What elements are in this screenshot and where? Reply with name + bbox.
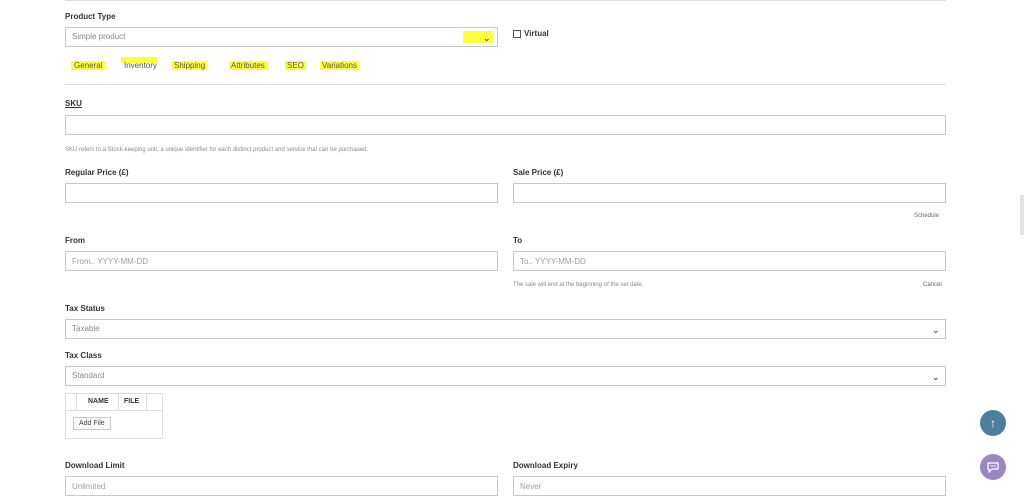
to-label: To — [513, 236, 523, 245]
tax-class-label: Tax Class — [65, 351, 102, 360]
tax-class-value: Standard — [72, 371, 105, 380]
sku-label: SKU — [65, 99, 82, 108]
page-scrollbar-thumb[interactable] — [1020, 195, 1024, 235]
tab-label: Inventory — [124, 61, 157, 70]
chat-bubble-icon — [987, 461, 999, 473]
virtual-label: Virtual — [524, 29, 549, 38]
column-divider — [76, 394, 77, 410]
arrow-up-icon: ↑ — [990, 416, 996, 430]
product-type-label: Product Type — [65, 12, 116, 21]
chevron-down-icon: ⌄ — [932, 325, 940, 335]
top-divider — [65, 0, 946, 1]
cancel-schedule-link[interactable]: Cancel — [923, 282, 942, 288]
tab-label: Variations — [320, 61, 359, 70]
tab-label: Attributes — [229, 61, 267, 70]
tab-variations[interactable]: Variations — [320, 61, 359, 70]
tab-attributes[interactable]: Attributes — [229, 61, 267, 70]
sale-end-note: The sale will end at the beginning of th… — [513, 282, 644, 288]
tax-class-select[interactable]: Standard ⌄ — [65, 366, 946, 386]
product-type-value: Simple product — [72, 32, 126, 41]
tabs-divider — [65, 84, 946, 85]
from-date-input[interactable] — [65, 251, 498, 271]
virtual-option[interactable]: Virtual — [513, 29, 549, 38]
tab-general[interactable]: General — [71, 61, 106, 70]
from-label: From — [65, 236, 85, 245]
files-file-column: FILE — [124, 398, 140, 405]
download-limit-input[interactable] — [65, 476, 498, 496]
virtual-checkbox[interactable] — [513, 29, 521, 38]
download-expiry-input[interactable] — [513, 476, 946, 496]
tax-status-value: Taxable — [72, 324, 100, 333]
chevron-down-icon: ⌄ — [932, 372, 940, 382]
files-table-header: NAME FILE — [66, 394, 162, 411]
regular-price-label: Regular Price (£) — [65, 168, 129, 177]
tab-label: General — [71, 61, 106, 70]
tab-inventory[interactable]: Inventory — [124, 61, 157, 70]
downloadable-files-table: NAME FILE Add File — [65, 393, 163, 439]
files-name-column: NAME — [88, 398, 109, 405]
schedule-link[interactable]: Schedule — [914, 213, 939, 219]
column-divider — [118, 394, 119, 410]
product-type-select[interactable]: Simple product ⌄ — [65, 27, 498, 47]
regular-price-input[interactable] — [65, 183, 498, 203]
column-divider — [146, 394, 147, 410]
chat-button[interactable] — [980, 454, 1006, 480]
tax-status-label: Tax Status — [65, 304, 105, 313]
download-limit-label: Download Limit — [65, 461, 125, 470]
to-date-input[interactable] — [513, 251, 946, 271]
sku-help-text: SKU refers to a Stock-keeping unit, a un… — [65, 147, 369, 153]
scroll-to-top-button[interactable]: ↑ — [980, 410, 1006, 436]
download-expiry-label: Download Expiry — [513, 461, 578, 470]
sku-input[interactable] — [65, 115, 946, 135]
sale-price-label: Sale Price (£) — [513, 168, 564, 177]
tab-shipping[interactable]: Shipping — [172, 61, 208, 70]
tab-label: SEO — [285, 61, 306, 70]
tab-label: Shipping — [172, 61, 208, 70]
chevron-down-icon: ⌄ — [483, 33, 491, 43]
tab-seo[interactable]: SEO — [285, 61, 306, 70]
sale-price-input[interactable] — [513, 183, 946, 203]
add-file-button[interactable]: Add File — [73, 417, 111, 430]
tax-status-select[interactable]: Taxable ⌄ — [65, 319, 946, 339]
